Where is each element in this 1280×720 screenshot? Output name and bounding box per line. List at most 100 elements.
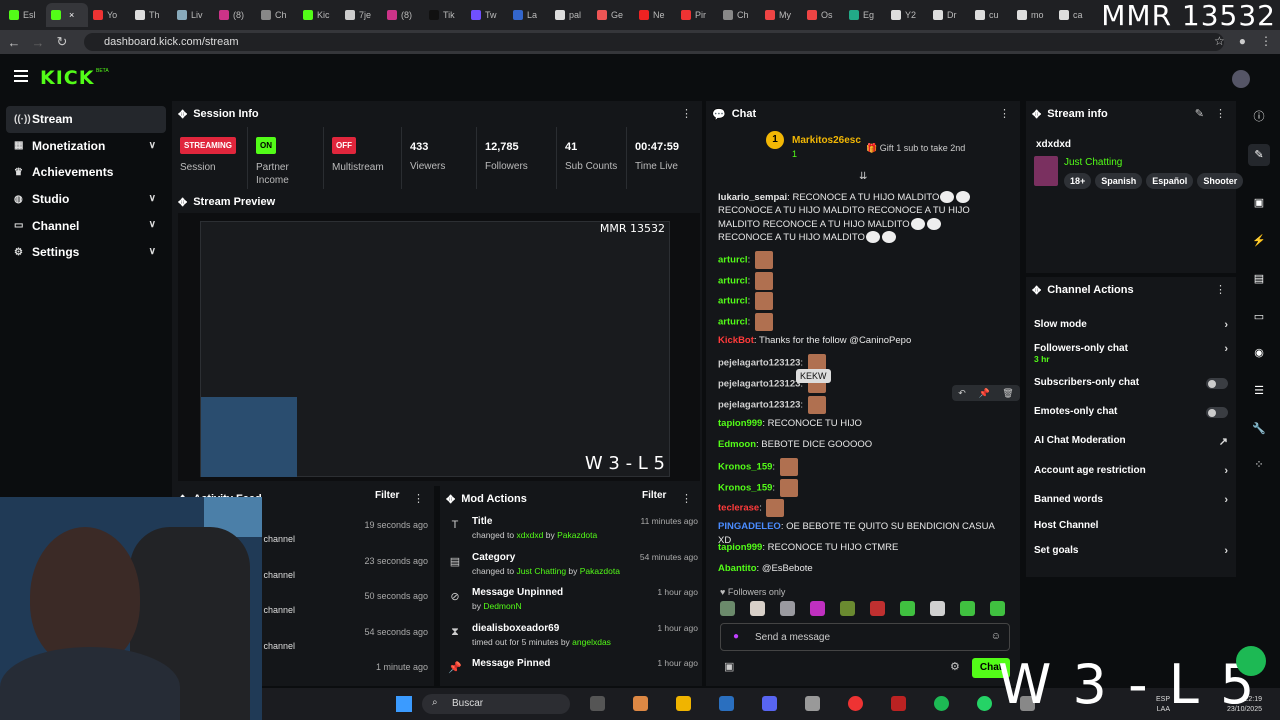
filter-button[interactable]: Filter (642, 490, 666, 501)
gift-hint[interactable]: 🎁 Gift 1 sub to take 2nd (866, 143, 965, 154)
sidebar-item-stream[interactable]: ((·)) Stream (6, 106, 166, 133)
chat-username[interactable]: PINGADELEO (718, 521, 781, 532)
browser-tab[interactable]: La (508, 3, 550, 27)
browser-tab[interactable]: Dr (928, 3, 970, 27)
chat-username[interactable]: Abantito (718, 563, 757, 574)
channel-action-followers-only-chat[interactable]: Followers-only chat 3 hr › (1034, 343, 1228, 367)
quick-emote[interactable] (870, 601, 885, 616)
quick-emote[interactable] (720, 601, 735, 616)
filter-button[interactable]: Filter (375, 490, 399, 501)
browser-tab[interactable]: Kic (298, 3, 340, 27)
quick-emote[interactable] (900, 601, 915, 616)
chat-input[interactable]: ● Send a message ☺ (720, 623, 1010, 651)
browser-tab[interactable]: My (760, 3, 802, 27)
drag-handle-icon[interactable]: ✥ (178, 108, 187, 121)
hamburger-menu-icon[interactable] (14, 70, 28, 82)
browser-tab[interactable]: Ge (592, 3, 634, 27)
sidebar-item-achievements[interactable]: ♛ Achievements (6, 159, 166, 186)
steam-icon[interactable] (719, 696, 734, 711)
chat-username[interactable]: Kronos_159 (718, 462, 772, 473)
browser-tab[interactable]: (8) (214, 3, 256, 27)
floating-app-icon[interactable] (1236, 646, 1266, 676)
channel-action-banned-words[interactable]: Banned words › (1034, 494, 1228, 518)
whatsapp-icon[interactable] (977, 696, 992, 711)
quick-emote[interactable] (990, 601, 1005, 616)
chat-username[interactable]: pejelagarto123123 (718, 379, 800, 390)
profile-icon[interactable]: ● (1239, 34, 1246, 48)
drag-handle-icon[interactable]: ✥ (178, 196, 187, 209)
chat-username[interactable]: arturcl (718, 296, 748, 307)
browser-tab[interactable]: Ch (718, 3, 760, 27)
pencil-icon[interactable]: ✎ (1248, 144, 1270, 166)
chat-username[interactable]: pejelagarto123123 (718, 358, 800, 369)
browser-tab[interactable]: Eg (844, 3, 886, 27)
browser-tab[interactable]: (8) (382, 3, 424, 27)
toggle-switch[interactable] (1206, 378, 1228, 389)
discord-icon[interactable] (762, 696, 777, 711)
browser-tab[interactable]: Liv (172, 3, 214, 27)
apps-icon[interactable]: ⁘ (1248, 454, 1270, 476)
reload-icon[interactable]: ↻ (50, 34, 74, 50)
browser-tab[interactable]: Esl (4, 3, 46, 27)
wrench-icon[interactable]: 🔧 (1248, 418, 1270, 440)
kebab-menu-icon[interactable]: ⋮ (1215, 107, 1226, 120)
stream-preview[interactable]: MMR 13532 W 3 - L 5 (178, 213, 700, 481)
toggle-switch[interactable] (1206, 407, 1228, 418)
gift-leaderboard[interactable]: 1 Markitos26esc 1 🎁 Gift 1 sub to take 2… (766, 125, 1046, 167)
pin-icon[interactable]: 📌 (978, 388, 989, 399)
browser-tab[interactable]: Pir (676, 3, 718, 27)
document-icon[interactable]: ▤ (1248, 268, 1270, 290)
layout-icon[interactable]: ☰ (1248, 380, 1270, 402)
chat-username[interactable]: Kronos_159 (718, 483, 772, 494)
quick-emote[interactable] (810, 601, 825, 616)
browser-tab[interactable]: ca (1054, 3, 1096, 27)
chat-username[interactable]: Edmoon (718, 439, 756, 450)
mic-icon[interactable]: ● (733, 631, 739, 642)
task-view-icon[interactable] (590, 696, 605, 711)
quick-emote[interactable] (840, 601, 855, 616)
file-explorer-icon[interactable] (676, 696, 691, 711)
info-icon[interactable]: ⓘ (1248, 106, 1270, 128)
sidebar-item-channel[interactable]: ▭ Channel ∨ (6, 212, 166, 239)
gift-store-icon[interactable]: ▣ (724, 660, 734, 673)
sidebar-item-monetization[interactable]: ▦ Monetization ∨ (6, 133, 166, 160)
windows-start-icon[interactable] (396, 696, 412, 712)
kebab-menu-icon[interactable]: ⋮ (681, 107, 692, 120)
browser-tab[interactable]: Tik (424, 3, 466, 27)
emoji-icon[interactable]: ☺ (991, 631, 1001, 642)
channel-action-slow-mode[interactable]: Slow mode › (1034, 319, 1228, 343)
channel-action-ai-chat-moderation[interactable]: AI Chat Moderation ↗ (1034, 435, 1228, 459)
back-icon[interactable]: ← (2, 35, 26, 50)
category-name[interactable]: Just Chatting (1064, 157, 1122, 168)
broadcast-icon[interactable]: ◉ (1248, 342, 1270, 364)
lightning-icon[interactable]: ⚡ (1248, 230, 1270, 252)
kick-logo[interactable]: KICK (40, 67, 94, 89)
edit-icon[interactable]: ✎ (1195, 107, 1204, 120)
chrome-icon[interactable] (848, 696, 863, 711)
channel-action-account-age-restriction[interactable]: Account age restriction › (1034, 465, 1228, 489)
channel-action-host-channel[interactable]: Host Channel (1034, 520, 1228, 544)
browser-tab[interactable]: Yo (88, 3, 130, 27)
focus-icon[interactable]: ▣ (1248, 192, 1270, 214)
chat-username[interactable]: lukario_sempai (718, 192, 787, 203)
collapse-icon[interactable]: ⇊ (859, 171, 867, 182)
kebab-menu-icon[interactable]: ⋮ (1215, 283, 1226, 296)
obs-icon[interactable] (805, 696, 820, 711)
quick-emote[interactable] (960, 601, 975, 616)
chat-username[interactable]: arturcl (718, 276, 748, 287)
copilot-icon[interactable] (633, 696, 648, 711)
quick-emote[interactable] (750, 601, 765, 616)
chat-username[interactable]: teclerase (718, 503, 759, 514)
channel-action-emotes-only-chat[interactable]: Emotes-only chat (1034, 406, 1228, 430)
chat-username[interactable]: arturcl (718, 255, 748, 266)
trash-icon[interactable]: 🗑 (1002, 388, 1013, 399)
browser-menu-icon[interactable]: ⋮ (1260, 34, 1272, 48)
browser-tab[interactable]: Ne (634, 3, 676, 27)
bookmark-star-icon[interactable]: ☆ (1214, 34, 1225, 48)
browser-tab[interactable]: Y2 (886, 3, 928, 27)
chat-username[interactable]: tapion999 (718, 418, 762, 429)
user-avatar[interactable] (1232, 70, 1250, 88)
drag-handle-icon[interactable]: ✥ (446, 493, 455, 506)
browser-tab[interactable]: cu (970, 3, 1012, 27)
kebab-menu-icon[interactable]: ⋮ (999, 107, 1010, 120)
